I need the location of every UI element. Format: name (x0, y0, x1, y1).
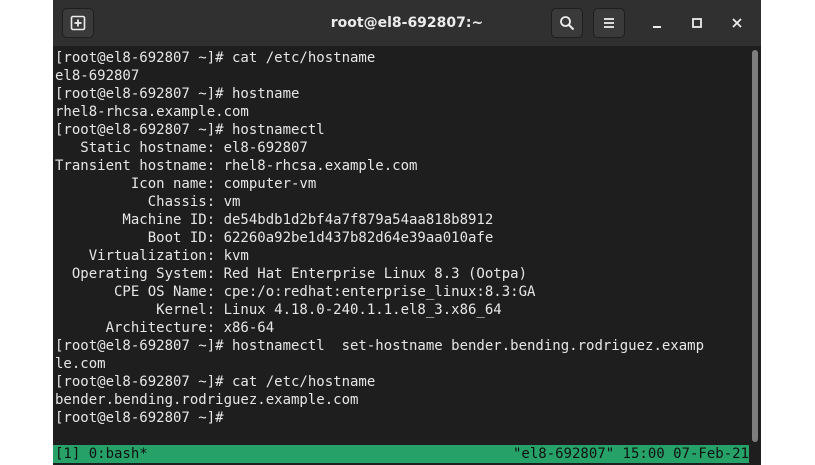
terminal-line: rhel8-rhcsa.example.com (55, 104, 249, 120)
terminal-line: [root@el8-692807 ~]# hostnamectl set-hos… (55, 338, 705, 354)
terminal-line: [root@el8-692807 ~]# (55, 410, 224, 426)
search-icon (560, 16, 575, 31)
new-tab-button[interactable] (62, 8, 94, 38)
terminal-output[interactable]: [root@el8-692807 ~]# cat /etc/hostname e… (53, 46, 749, 444)
terminal-line: Chassis: vm (55, 194, 241, 210)
terminal-line: [root@el8-692807 ~]# cat /etc/hostname (55, 50, 376, 66)
terminal-line: Kernel: Linux 4.18.0-240.1.1.el8_3.x86_6… (55, 302, 502, 318)
terminal-line: Transient hostname: rhel8-rhcsa.example.… (55, 158, 418, 174)
new-tab-icon (70, 15, 86, 31)
terminal-line: Static hostname: el8-692807 (55, 140, 308, 156)
terminal-line: CPE OS Name: cpe:/o:redhat:enterprise_li… (55, 284, 536, 300)
close-icon (732, 18, 742, 28)
maximize-button[interactable] (681, 8, 713, 38)
terminal-line: Operating System: Red Hat Enterprise Lin… (55, 266, 528, 282)
maximize-icon (692, 18, 702, 28)
menu-button[interactable] (593, 8, 625, 38)
tmux-window-list[interactable]: [1] 0:bash* (55, 445, 148, 463)
terminal-line: el8-692807 (55, 68, 140, 84)
terminal-line: le.com (55, 356, 106, 372)
vertical-scrollbar[interactable] (752, 50, 758, 442)
terminal-line: [root@el8-692807 ~]# hostname (55, 86, 300, 102)
hamburger-menu-icon (604, 18, 614, 28)
tmux-status-bar: [1] 0:bash* "el8-692807" 15:00 07-Feb-21 (53, 445, 749, 463)
terminal-line: bender.bending.rodriguez.example.com (55, 392, 359, 408)
terminal-line: [root@el8-692807 ~]# cat /etc/hostname (55, 374, 376, 390)
terminal-line: Icon name: computer-vm (55, 176, 317, 192)
close-button[interactable] (721, 8, 753, 38)
minimize-icon (653, 26, 661, 28)
terminal-window: root@el8-692807:~ [root@el8-692807 ~]# c… (53, 0, 761, 465)
terminal-line: Architecture: x86-64 (55, 320, 275, 336)
terminal-line: Virtualization: kvm (55, 248, 249, 264)
title-bar: root@el8-692807:~ (53, 0, 761, 46)
terminal-line: Machine ID: de54bdb1d2bf4a7f879a54aa818b… (55, 212, 494, 228)
search-button[interactable] (551, 8, 583, 38)
tmux-status-right: "el8-692807" 15:00 07-Feb-21 (512, 446, 749, 462)
terminal-line: Boot ID: 62260a92be1d437b82d64e39aa010af… (55, 230, 494, 246)
minimize-button[interactable] (641, 8, 673, 38)
terminal-line: [root@el8-692807 ~]# hostnamectl (55, 122, 325, 138)
